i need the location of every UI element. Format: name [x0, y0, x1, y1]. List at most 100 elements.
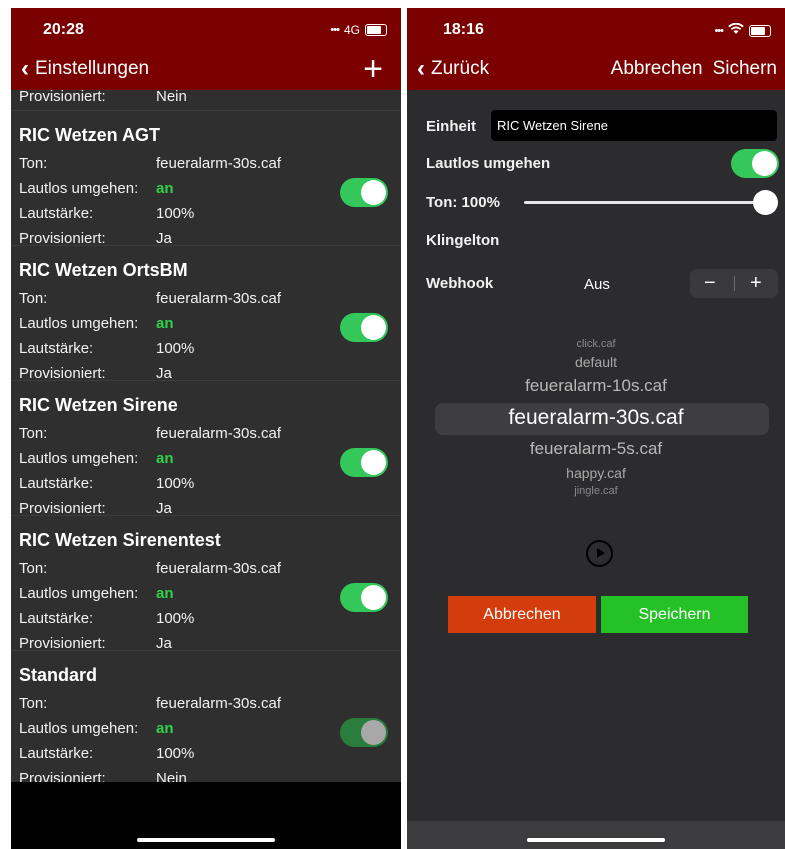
lautstaerke-value: 100% — [156, 340, 195, 357]
list-item[interactable]: RIC Wetzen Sirene Ton: feueralarm-30s.caf L… — [11, 381, 401, 517]
provisioniert-value: Ja — [156, 635, 172, 652]
wifi-icon — [728, 22, 744, 38]
lautstaerke-label: Lautstärke: — [19, 610, 94, 627]
navigation-bar: ‹ Zurück Abbrechen Sichern — [407, 52, 785, 90]
cellular-signal-icon: ••• — [330, 24, 340, 36]
play-icon[interactable] — [586, 540, 613, 567]
webhook-stepper[interactable]: − + — [690, 269, 778, 298]
lautlos-label: Lautlos umgehen: — [19, 315, 139, 332]
status-time: 18:16 — [443, 21, 484, 38]
einheit-label: Einheit — [426, 118, 477, 135]
network-label: 4G — [343, 23, 360, 37]
home-indicator[interactable] — [527, 838, 665, 842]
lautlos-label: Lautlos umgehen: — [19, 585, 139, 602]
cancel-button[interactable]: Abbrechen — [448, 596, 596, 633]
volume-slider-track[interactable] — [524, 201, 764, 204]
add-button[interactable]: + — [363, 50, 383, 89]
battery-icon — [365, 24, 387, 36]
lautlos-label: Lautlos umgehen: — [19, 180, 139, 197]
navigation-bar: ‹ Einstellungen + — [11, 50, 401, 90]
nav-actions: Abbrechen Sichern — [611, 58, 777, 80]
lautlos-value: an — [156, 585, 174, 602]
item-title: RIC Wetzen Sirene — [19, 395, 178, 415]
back-button[interactable]: ‹ Zurück — [417, 55, 490, 82]
ton-value: feueralarm-30s.caf — [156, 155, 282, 172]
provisioniert-label: Provisioniert: — [19, 500, 106, 517]
picker-option[interactable]: feueralarm-10s.caf — [407, 376, 785, 396]
toggle-knob — [361, 720, 386, 745]
lautlos-toggle[interactable] — [340, 313, 388, 342]
ton-label: Ton: — [19, 695, 48, 712]
lautlos-label: Lautlos umgehen: — [19, 720, 139, 737]
save-button[interactable]: Speichern — [601, 596, 748, 633]
webhook-label: Webhook — [426, 275, 494, 292]
settings-list-screen: 20:28 ••• 4G ‹ Einstellungen + Provision… — [11, 8, 401, 849]
provisioniert-value: Ja — [156, 230, 172, 247]
einheit-field[interactable]: RIC Wetzen Sirene — [491, 110, 777, 141]
lautlos-toggle[interactable] — [340, 448, 388, 477]
status-bar: 18:16 ••• — [407, 8, 785, 52]
stepper-minus-button[interactable]: − — [704, 272, 716, 295]
lautlos-toggle[interactable] — [340, 178, 388, 207]
lautlos-label: Lautlos umgehen: — [19, 450, 139, 467]
bottom-bar — [407, 821, 785, 849]
status-time: 20:28 — [43, 21, 84, 38]
back-button[interactable]: ‹ Einstellungen — [21, 55, 150, 82]
lautlos-toggle[interactable] — [731, 149, 779, 178]
lautlos-value: an — [156, 450, 174, 467]
ton-value: feueralarm-30s.caf — [156, 695, 282, 712]
provisioniert-value: Nein — [156, 88, 187, 105]
item-title: RIC Wetzen OrtsBM — [19, 260, 188, 280]
provisioniert-label: Provisioniert: — [19, 230, 106, 247]
back-button-label: Zurück — [431, 58, 490, 79]
lautstaerke-value: 100% — [156, 475, 195, 492]
list-item[interactable]: RIC Wetzen OrtsBM Ton: feueralarm-30s.caf L… — [11, 246, 401, 382]
nav-save-button[interactable]: Sichern — [713, 58, 777, 80]
settings-list: Provisioniert: Nein RIC Wetzen AGT Ton: fe… — [11, 88, 401, 787]
list-item[interactable]: Standard Ton: feueralarm-30s.caf Lautlos um… — [11, 651, 401, 787]
toggle-knob — [361, 450, 386, 475]
chevron-left-icon: ‹ — [21, 55, 29, 82]
picker-option-selected[interactable]: feueralarm-30s.caf — [407, 406, 785, 430]
ton-label: Ton: — [19, 155, 48, 172]
ton-label: Ton: — [19, 425, 48, 442]
toggle-knob — [361, 315, 386, 340]
item-title: RIC Wetzen Sirenentest — [19, 530, 221, 550]
ton-label: Ton: 100% — [426, 194, 500, 211]
home-indicator[interactable] — [137, 838, 275, 842]
list-item[interactable]: RIC Wetzen AGT Ton: feueralarm-30s.caf Laut… — [11, 111, 401, 247]
lautlos-value: an — [156, 315, 174, 332]
item-title: Standard — [19, 665, 98, 685]
list-item-partial: Provisioniert: Nein — [11, 88, 401, 111]
lautlos-value: an — [156, 180, 174, 197]
picker-option[interactable]: click.caf — [407, 338, 785, 350]
provisioniert-value: Ja — [156, 500, 172, 517]
picker-option[interactable]: default — [407, 354, 785, 370]
ringtone-picker[interactable]: click.caf default feueralarm-10s.caf feu… — [407, 326, 785, 526]
list-item[interactable]: RIC Wetzen Sirenentest Ton: feueralarm-30s… — [11, 516, 401, 652]
toggle-knob — [361, 585, 386, 610]
status-bar: 20:28 ••• 4G — [11, 8, 401, 52]
picker-option[interactable]: jingle.caf — [407, 485, 785, 497]
nav-cancel-button[interactable]: Abbrechen — [611, 58, 703, 80]
lautlos-toggle[interactable] — [340, 718, 388, 747]
stepper-plus-button[interactable]: + — [750, 272, 762, 295]
lautstaerke-label: Lautstärke: — [19, 205, 94, 222]
back-button-label: Einstellungen — [35, 58, 150, 79]
klingelton-label: Klingelton — [426, 232, 500, 249]
picker-option[interactable]: happy.caf — [407, 465, 785, 481]
lautstaerke-value: 100% — [156, 205, 195, 222]
lautstaerke-label: Lautstärke: — [19, 340, 94, 357]
item-title: RIC Wetzen AGT — [19, 125, 161, 145]
chevron-left-icon: ‹ — [417, 55, 425, 82]
lautlos-toggle[interactable] — [340, 583, 388, 612]
lautstaerke-label: Lautstärke: — [19, 745, 94, 762]
ton-label: Ton: — [19, 290, 48, 307]
status-icons: ••• 4G — [330, 23, 387, 37]
webhook-value: Aus — [584, 276, 610, 293]
edit-unit-screen: 18:16 ••• ‹ Zurück Abbrechen Sichern Ein… — [407, 8, 785, 849]
provisioniert-label: Provisioniert: — [19, 635, 106, 652]
volume-slider-thumb[interactable] — [753, 190, 778, 215]
picker-option[interactable]: feueralarm-5s.caf — [407, 439, 785, 459]
cellular-signal-icon: ••• — [714, 24, 724, 37]
